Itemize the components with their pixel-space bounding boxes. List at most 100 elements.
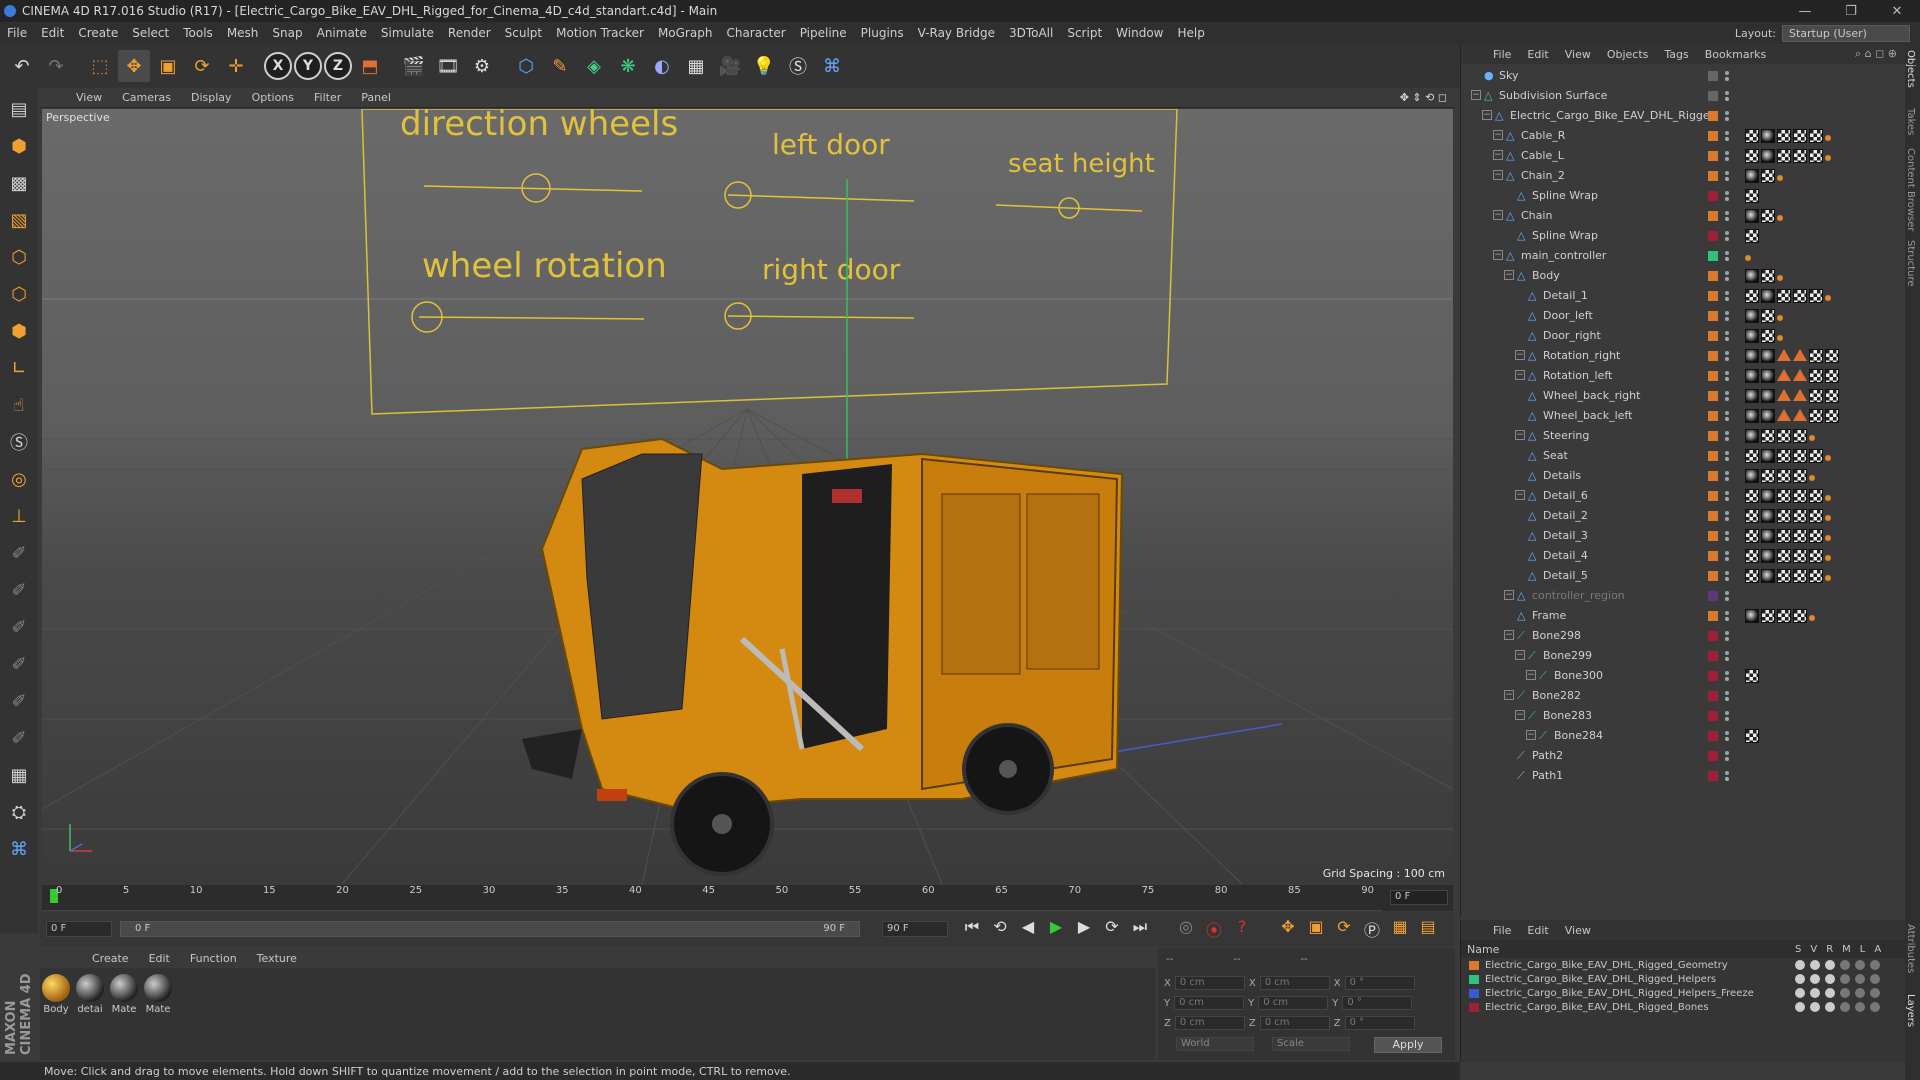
layer-toggle-icon[interactable] — [1855, 988, 1865, 998]
layer-color-swatch[interactable] — [1708, 231, 1718, 241]
axis-mode-icon[interactable]: ∟ — [3, 351, 35, 385]
layer-color-swatch[interactable] — [1708, 511, 1718, 521]
material-tag-icon[interactable] — [1745, 609, 1759, 623]
material-menu-function[interactable]: Function — [180, 952, 247, 965]
material-tag-icon[interactable] — [1761, 509, 1775, 523]
editor-visibility-dot[interactable] — [1725, 631, 1729, 635]
points-mode-icon[interactable]: ⬡ — [3, 240, 35, 274]
layer-color-swatch[interactable] — [1708, 531, 1718, 541]
editor-visibility-dot[interactable] — [1725, 111, 1729, 115]
pen-spline-icon[interactable]: ✎ — [544, 50, 576, 82]
layer-toggle-icon[interactable] — [1870, 960, 1880, 970]
layers-menu-view[interactable]: View — [1557, 924, 1599, 937]
render-visibility-dot[interactable] — [1725, 177, 1729, 181]
layer-color-swatch[interactable] — [1708, 611, 1718, 621]
texture-tag-icon[interactable] — [1809, 409, 1823, 423]
menu-help[interactable]: Help — [1170, 26, 1211, 40]
end-frame-field[interactable]: 90 F — [882, 921, 948, 937]
layer-toggle-icon[interactable] — [1870, 974, 1880, 984]
texture-tag-icon[interactable] — [1745, 729, 1759, 743]
material-tag-icon[interactable] — [1761, 289, 1775, 303]
texture-tag-icon[interactable] — [1809, 509, 1823, 523]
layer-toggle-icon[interactable] — [1810, 960, 1820, 970]
editor-visibility-dot[interactable] — [1725, 491, 1729, 495]
layer-toggle-icon[interactable] — [1795, 988, 1805, 998]
editor-visibility-dot[interactable] — [1725, 371, 1729, 375]
editor-visibility-dot[interactable] — [1725, 191, 1729, 195]
menu-motion-tracker[interactable]: Motion Tracker — [549, 26, 651, 40]
layer-color-swatch[interactable] — [1708, 751, 1718, 761]
editor-visibility-dot[interactable] — [1725, 731, 1729, 735]
material-slot[interactable]: Body — [40, 974, 72, 1015]
expand-toggle-icon[interactable]: − — [1515, 430, 1525, 440]
material-tag-icon[interactable] — [1761, 569, 1775, 583]
layer-color-swatch[interactable] — [1469, 988, 1479, 998]
material-tag-icon[interactable] — [1745, 329, 1759, 343]
objects-menu-file[interactable]: File — [1485, 48, 1519, 61]
selection-tag-icon[interactable] — [1825, 555, 1831, 561]
position-x-field[interactable]: 0 cm — [1174, 976, 1245, 990]
timeline-ruler[interactable]: 0 5 10 15 20 25 30 35 40 45 50 55 60 65 70 75 80 85 90 0 F — [42, 885, 1453, 911]
render-visibility-dot[interactable] — [1725, 337, 1729, 341]
texture-tag-icon[interactable] — [1809, 489, 1823, 503]
texture-tag-icon[interactable] — [1745, 549, 1759, 563]
menu-snap[interactable]: Snap — [265, 26, 309, 40]
texture-tag-icon[interactable] — [1761, 609, 1775, 623]
selection-tag-icon[interactable] — [1825, 575, 1831, 581]
position-y-field[interactable]: 0 cm — [1174, 996, 1245, 1010]
layer-color-swatch[interactable] — [1708, 591, 1718, 601]
layer-color-swatch[interactable] — [1708, 191, 1718, 201]
viewport-menu-view[interactable]: View — [66, 91, 112, 104]
protection-tag-icon[interactable] — [1777, 409, 1791, 421]
size-x-field[interactable]: 0 cm — [1259, 976, 1330, 990]
layer-color-swatch[interactable] — [1708, 371, 1718, 381]
python-icon[interactable]: ⌘ — [3, 832, 35, 866]
current-frame-field[interactable]: 0 F — [1390, 890, 1448, 905]
object-row[interactable]: − △ Steering — [1461, 426, 1906, 446]
key-scale-icon[interactable]: ▣ — [1304, 917, 1328, 941]
layer-color-swatch[interactable] — [1708, 431, 1718, 441]
python-icon[interactable]: ⌘ — [816, 50, 848, 82]
menu-character[interactable]: Character — [719, 26, 792, 40]
menu-script[interactable]: Script — [1060, 26, 1109, 40]
texture-tag-icon[interactable] — [1777, 429, 1791, 443]
polygons-mode-icon[interactable]: ⬢ — [3, 314, 35, 348]
menu-window[interactable]: Window — [1109, 26, 1170, 40]
texture-tag-icon[interactable] — [1809, 349, 1823, 363]
magnet-icon[interactable]: ◎ — [3, 462, 35, 496]
object-row[interactable]: − ⟋ Bone299 — [1461, 646, 1906, 666]
texture-tag-icon[interactable] — [1793, 149, 1807, 163]
texture-tag-icon[interactable] — [1745, 449, 1759, 463]
material-tag-icon[interactable] — [1745, 409, 1759, 423]
material-tag-icon[interactable] — [1745, 429, 1759, 443]
protection-tag-icon[interactable] — [1793, 409, 1807, 421]
layer-color-swatch[interactable] — [1708, 171, 1718, 181]
editor-visibility-dot[interactable] — [1725, 131, 1729, 135]
render-visibility-dot[interactable] — [1725, 677, 1729, 681]
texture-tag-icon[interactable] — [1809, 289, 1823, 303]
deformer-icon[interactable]: ◐ — [646, 50, 678, 82]
cube-icon[interactable]: ⬡ — [510, 50, 542, 82]
brush-icon[interactable]: ✐ — [3, 610, 35, 644]
protection-tag-icon[interactable] — [1777, 369, 1791, 381]
layer-toggle-icon[interactable] — [1870, 988, 1880, 998]
texture-tag-icon[interactable] — [1809, 529, 1823, 543]
play-icon[interactable]: ▶ — [1044, 917, 1068, 941]
material-tag-icon[interactable] — [1761, 149, 1775, 163]
layer-toggle-icon[interactable] — [1855, 960, 1865, 970]
menu-edit[interactable]: Edit — [34, 26, 71, 40]
texture-tag-icon[interactable] — [1777, 469, 1791, 483]
render-visibility-dot[interactable] — [1725, 637, 1729, 641]
texture-tag-icon[interactable] — [1777, 609, 1791, 623]
texture-tag-icon[interactable] — [1825, 409, 1839, 423]
editor-visibility-dot[interactable] — [1725, 451, 1729, 455]
layer-color-swatch[interactable] — [1708, 571, 1718, 581]
layer-color-swatch[interactable] — [1708, 331, 1718, 341]
expand-toggle-icon[interactable]: − — [1515, 350, 1525, 360]
edges-mode-icon[interactable]: ⬡ — [3, 277, 35, 311]
editor-visibility-dot[interactable] — [1725, 771, 1729, 775]
render-visibility-dot[interactable] — [1725, 357, 1729, 361]
layer-toggle-icon[interactable] — [1795, 960, 1805, 970]
menu-plugins[interactable]: Plugins — [854, 26, 911, 40]
undo-icon[interactable]: ↶ — [6, 50, 38, 82]
